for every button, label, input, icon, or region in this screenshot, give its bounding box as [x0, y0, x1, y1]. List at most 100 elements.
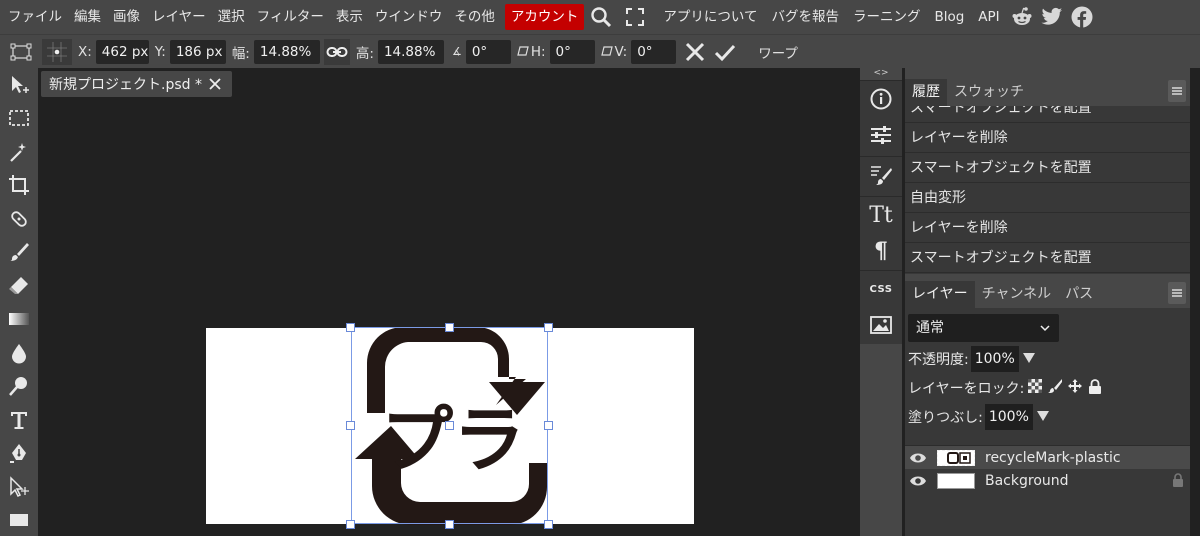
cancel-transform-icon[interactable]: [680, 39, 710, 65]
fill-row: 塗りつぶし: 100%: [905, 403, 1190, 431]
collapse-panels-toggle[interactable]: <>: [860, 68, 902, 80]
magic-wand-icon[interactable]: [0, 135, 38, 169]
lock-position-move-icon[interactable]: [1068, 379, 1083, 397]
layer-item-recycle-mark[interactable]: recycleMark-plastic: [905, 446, 1190, 469]
caret-down-icon[interactable]: [1036, 409, 1049, 425]
transform-mode-icon[interactable]: [6, 39, 36, 65]
history-item[interactable]: スマートオブジェクトを配置: [905, 243, 1190, 273]
tools-panel: [0, 68, 38, 536]
eraser-tool-icon[interactable]: [0, 269, 38, 303]
history-item[interactable]: スマートオブジェクトを配置: [905, 153, 1190, 183]
menu-learning[interactable]: ラーニング: [846, 4, 928, 30]
menu-filter[interactable]: フィルター: [251, 4, 330, 30]
search-icon[interactable]: [584, 2, 618, 32]
menu-layer[interactable]: レイヤー: [146, 4, 212, 30]
blur-tool-icon[interactable]: [0, 336, 38, 370]
document-tab[interactable]: 新規プロジェクト.psd *: [41, 71, 232, 97]
link-icon[interactable]: [323, 38, 350, 65]
panel-menu-icon[interactable]: [1168, 80, 1186, 102]
move-tool-icon[interactable]: [0, 68, 38, 102]
marquee-tool-icon[interactable]: [0, 102, 38, 136]
tab-layers[interactable]: レイヤー: [905, 281, 975, 308]
history-item[interactable]: スマートオフジェクトを配置: [905, 106, 1190, 123]
fill-input[interactable]: 100%: [984, 404, 1033, 430]
fullscreen-icon[interactable]: [618, 2, 652, 32]
caret-down-icon[interactable]: [1022, 351, 1035, 367]
commit-transform-icon[interactable]: [710, 39, 740, 65]
lock-pixels-brush-icon[interactable]: [1048, 379, 1063, 397]
reddit-icon[interactable]: [1007, 2, 1037, 32]
text-group: Tt ¶: [860, 196, 902, 270]
paragraph-icon[interactable]: ¶: [860, 233, 902, 269]
height-label: 高:: [355, 45, 374, 62]
history-item[interactable]: レイヤーを削除: [905, 123, 1190, 153]
transform-handle-n[interactable]: [445, 323, 454, 332]
type-tool-icon[interactable]: [0, 403, 38, 437]
facebook-icon[interactable]: [1067, 2, 1097, 32]
width-input[interactable]: 14.88%: [253, 39, 320, 64]
opacity-label: 不透明度:: [908, 352, 969, 368]
brush-tool-icon[interactable]: [0, 236, 38, 270]
brush-settings-icon[interactable]: [860, 157, 902, 193]
menu-file[interactable]: ファイル: [2, 4, 68, 30]
transform-handle-nw[interactable]: [346, 323, 355, 332]
tab-channels[interactable]: チャンネル: [975, 281, 1059, 308]
path-select-tool-icon[interactable]: [0, 470, 38, 504]
transform-handle-center[interactable]: [445, 421, 454, 430]
dodge-tool-icon[interactable]: [0, 370, 38, 404]
reference-point-icon[interactable]: [42, 38, 72, 65]
history-item[interactable]: レイヤーを削除: [905, 213, 1190, 243]
height-input[interactable]: 14.88%: [377, 39, 444, 64]
menu-blog[interactable]: Blog: [927, 4, 971, 30]
gradient-tool-icon[interactable]: [0, 303, 38, 337]
crop-tool-icon[interactable]: [0, 169, 38, 203]
character-icon[interactable]: Tt: [860, 197, 902, 233]
panel-menu-icon[interactable]: [1168, 282, 1186, 304]
menu-select[interactable]: 選択: [212, 4, 251, 30]
transform-handle-ne[interactable]: [544, 323, 553, 332]
warp-button[interactable]: ワープ: [758, 42, 798, 62]
x-input[interactable]: 462 px: [95, 39, 149, 64]
info-icon[interactable]: [860, 81, 902, 117]
menu-more[interactable]: その他: [448, 4, 501, 30]
twitter-icon[interactable]: [1037, 2, 1067, 32]
menu-report-bug[interactable]: バグを報告: [764, 4, 846, 30]
angle-label: ∡: [451, 45, 462, 58]
tab-swatches[interactable]: スウォッチ: [947, 79, 1031, 106]
menu-account[interactable]: アカウント: [504, 4, 585, 30]
opacity-input[interactable]: 100%: [970, 346, 1019, 372]
menu-edit[interactable]: 編集: [68, 4, 107, 30]
skew-v-input[interactable]: 0°: [631, 39, 677, 64]
eye-icon[interactable]: [905, 452, 931, 464]
history-panel: >< 履歴 スウォッチ スマートオフジェクトを配置 レイヤーを削除 スマートオブ…: [905, 68, 1190, 274]
blend-mode-select[interactable]: 通常: [908, 314, 1059, 342]
transform-handle-s[interactable]: [445, 520, 454, 529]
transform-handle-e[interactable]: [544, 421, 553, 430]
transform-handle-se[interactable]: [544, 520, 553, 529]
skew-h-input[interactable]: 0°: [549, 39, 595, 64]
menu-view[interactable]: 表示: [330, 4, 369, 30]
transform-handle-w[interactable]: [346, 421, 355, 430]
menu-window[interactable]: ウインドウ: [369, 4, 449, 30]
css-icon[interactable]: CSS: [860, 271, 902, 307]
tab-paths[interactable]: パス: [1058, 281, 1100, 308]
healing-tool-icon[interactable]: [0, 202, 38, 236]
menu-image[interactable]: 画像: [107, 4, 146, 30]
layer-item-background[interactable]: Background: [905, 469, 1190, 492]
eye-icon[interactable]: [905, 475, 931, 487]
close-icon[interactable]: [206, 74, 224, 94]
transform-handle-sw[interactable]: [346, 520, 355, 529]
lock-all-icon[interactable]: [1088, 378, 1102, 398]
angle-input[interactable]: 0°: [465, 39, 511, 64]
pen-tool-icon[interactable]: [0, 437, 38, 471]
menu-about[interactable]: アプリについて: [656, 4, 764, 30]
image-icon[interactable]: [860, 307, 902, 343]
menu-api[interactable]: API: [971, 4, 1006, 30]
lock-transparency-icon[interactable]: [1028, 379, 1043, 397]
adjustments-icon[interactable]: [860, 117, 902, 153]
y-input[interactable]: 186 px: [169, 39, 226, 64]
tab-history[interactable]: 履歴: [905, 79, 947, 106]
skew-v-icon: [600, 44, 613, 60]
history-item[interactable]: 自由変形: [905, 183, 1190, 213]
shape-tool-icon[interactable]: [0, 504, 38, 536]
